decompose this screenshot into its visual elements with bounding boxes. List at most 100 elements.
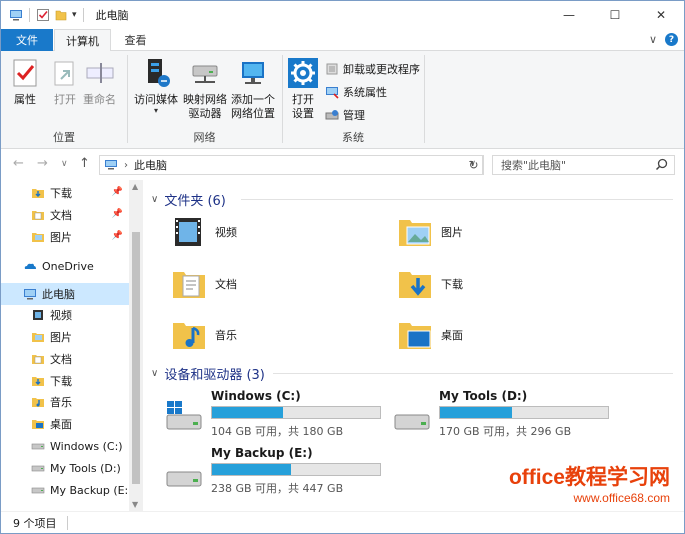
search-input[interactable]: 搜索"此电脑" bbox=[492, 155, 675, 175]
ribbon-group-network: 访问媒体 ▾ 映射网络 驱动器 添加一个 网络位置 网络 bbox=[128, 51, 281, 149]
up-arrow-icon[interactable]: ↑ bbox=[79, 156, 90, 171]
download-folder-icon bbox=[32, 189, 44, 198]
drive-usage-bar bbox=[211, 406, 381, 419]
breadcrumb-item[interactable]: 此电脑 bbox=[134, 157, 167, 173]
scroll-up-arrow-icon[interactable]: ▲ bbox=[132, 182, 138, 191]
add-network-location-button[interactable]: 添加一个 网络位置 bbox=[228, 57, 278, 121]
address-bar[interactable]: › 此电脑 ∨ bbox=[99, 155, 483, 175]
network-location-icon bbox=[242, 62, 264, 84]
breadcrumb-chevron-icon[interactable]: › bbox=[124, 160, 128, 171]
folders-section-header[interactable]: ∨ 文件夹 (6) bbox=[151, 190, 226, 209]
manage-button[interactable]: 管理 bbox=[325, 107, 365, 123]
system-properties-button[interactable]: 系统属性 bbox=[325, 84, 387, 100]
nav-item-this-pc[interactable]: 此电脑 bbox=[1, 283, 129, 305]
nav-item-documents[interactable]: 文档 bbox=[1, 348, 129, 370]
chevron-down-icon: ∨ bbox=[151, 368, 159, 379]
drives-section-header[interactable]: ∨ 设备和驱动器 (3) bbox=[151, 364, 265, 383]
ribbon-tabs: 文件 计算机 查看 ∨ ? bbox=[1, 29, 684, 52]
tab-view[interactable]: 查看 bbox=[113, 29, 158, 51]
ribbon-group-location: 属性 打开 重命名 位置 bbox=[1, 51, 127, 149]
uninstall-programs-button[interactable]: 卸载或更改程序 bbox=[325, 61, 420, 77]
maximize-button[interactable]: ☐ bbox=[592, 1, 638, 29]
properties-icon bbox=[13, 59, 37, 87]
folder-desktop[interactable]: 桌面 bbox=[397, 317, 463, 353]
ribbon-group-label: 位置 bbox=[53, 131, 75, 144]
pictures-folder-icon bbox=[399, 220, 431, 246]
add-network-location-label: 添加一个 网络位置 bbox=[231, 93, 275, 120]
manage-icon bbox=[325, 110, 339, 120]
music-folder-icon bbox=[173, 323, 205, 349]
rename-button[interactable]: 重命名 bbox=[83, 57, 116, 107]
nav-item-drive-e[interactable]: My Backup (E: bbox=[1, 479, 129, 501]
forward-arrow-icon[interactable]: → bbox=[37, 156, 48, 171]
nav-item-label: 桌面 bbox=[50, 418, 72, 431]
properties-check-icon[interactable] bbox=[36, 8, 50, 22]
window-title: 此电脑 bbox=[95, 9, 129, 22]
new-folder-icon[interactable] bbox=[54, 8, 68, 22]
collapse-ribbon-chevron-icon[interactable]: ∨ bbox=[649, 33, 657, 46]
drive-c[interactable]: Windows (C:) 104 GB 可用，共 180 GB bbox=[165, 389, 381, 439]
address-row: ← → ∨ ↑ › 此电脑 ∨ ↻ 搜索"此电脑" bbox=[1, 150, 684, 180]
pin-icon[interactable]: 📌 bbox=[112, 209, 123, 219]
recent-locations-chevron-icon[interactable]: ∨ bbox=[61, 159, 68, 169]
download-folder-icon bbox=[32, 377, 44, 386]
nav-item-drive-c[interactable]: Windows (C:) bbox=[1, 435, 129, 457]
videos-folder-icon bbox=[33, 310, 43, 320]
drive-d[interactable]: My Tools (D:) 170 GB 可用，共 296 GB bbox=[393, 389, 609, 439]
refresh-button[interactable]: ↻ bbox=[464, 155, 484, 175]
nav-item-downloads[interactable]: 下载 📌 bbox=[1, 182, 129, 204]
nav-item-label: 下载 bbox=[50, 375, 72, 388]
nav-item-desktop[interactable]: 桌面 bbox=[1, 413, 129, 435]
nav-scrollbar[interactable]: ▲ ▼ bbox=[129, 180, 143, 511]
nav-item-documents[interactable]: 文档 📌 bbox=[1, 204, 129, 226]
folder-videos[interactable]: 视频 bbox=[171, 214, 237, 250]
scrollbar-thumb[interactable] bbox=[132, 232, 140, 484]
explorer-window: ▾ 此电脑 — ☐ ✕ 文件 计算机 查看 ∨ ? 属性 打开 重命名 位置 访… bbox=[0, 0, 685, 534]
quick-access-toolbar: ▾ bbox=[1, 1, 86, 29]
tab-file[interactable]: 文件 bbox=[1, 29, 53, 51]
back-arrow-icon[interactable]: ← bbox=[13, 156, 24, 171]
scroll-down-arrow-icon[interactable]: ▼ bbox=[132, 500, 138, 509]
folder-downloads[interactable]: 下载 bbox=[397, 266, 463, 302]
open-button[interactable]: 打开 bbox=[49, 57, 81, 107]
nav-item-pictures[interactable]: 图片 📌 bbox=[1, 226, 129, 248]
pc-icon bbox=[105, 160, 117, 170]
folder-music[interactable]: 音乐 bbox=[171, 317, 237, 353]
nav-item-label: 此电脑 bbox=[42, 288, 75, 301]
nav-item-downloads[interactable]: 下载 bbox=[1, 370, 129, 392]
drive-usage-bar bbox=[211, 463, 381, 476]
pin-icon[interactable]: 📌 bbox=[112, 231, 123, 241]
pictures-folder-icon bbox=[32, 333, 44, 342]
customize-toolbar-chevron-icon[interactable]: ▾ bbox=[72, 10, 77, 20]
ribbon: 属性 打开 重命名 位置 访问媒体 ▾ 映射网络 驱动器 添加一个 网络位置 网… bbox=[1, 51, 684, 149]
search-placeholder: 搜索"此电脑" bbox=[501, 159, 567, 172]
tab-computer[interactable]: 计算机 bbox=[54, 29, 111, 52]
help-icon[interactable]: ? bbox=[665, 33, 678, 46]
folder-documents[interactable]: 文档 bbox=[171, 266, 237, 302]
access-media-button[interactable]: 访问媒体 ▾ bbox=[132, 57, 180, 115]
nav-item-drive-d[interactable]: My Tools (D:) bbox=[1, 457, 129, 479]
nav-item-music[interactable]: 音乐 bbox=[1, 391, 129, 413]
folder-label: 视频 bbox=[215, 226, 237, 239]
status-bar: 9 个项目 bbox=[1, 511, 684, 533]
minimize-button[interactable]: — bbox=[546, 1, 592, 29]
drive-e[interactable]: My Backup (E:) 238 GB 可用，共 447 GB bbox=[165, 446, 381, 496]
close-button[interactable]: ✕ bbox=[638, 1, 684, 29]
rename-icon bbox=[86, 63, 113, 83]
desktop-folder-icon bbox=[32, 420, 44, 429]
uninstall-programs-label: 卸载或更改程序 bbox=[343, 63, 420, 76]
watermark-url: www.office68.com bbox=[573, 491, 671, 505]
nav-item-onedrive[interactable]: OneDrive bbox=[1, 255, 129, 277]
properties-button[interactable]: 属性 bbox=[9, 57, 41, 107]
folder-pictures[interactable]: 图片 bbox=[397, 214, 463, 250]
nav-item-videos[interactable]: 视频 bbox=[1, 304, 129, 326]
open-settings-button[interactable]: 打开 设置 bbox=[287, 57, 319, 121]
open-icon bbox=[54, 61, 74, 86]
navigation-pane: 下载 📌 文档 📌 图片 📌 OneDrive 此电脑 视频 图片 文档 下载 … bbox=[1, 180, 143, 511]
rename-label: 重命名 bbox=[83, 93, 116, 106]
nav-item-pictures[interactable]: 图片 bbox=[1, 326, 129, 348]
pin-icon[interactable]: 📌 bbox=[112, 187, 123, 197]
watermark-logo: office教程学习网 bbox=[508, 466, 670, 489]
videos-folder-icon bbox=[175, 218, 201, 246]
map-network-drive-button[interactable]: 映射网络 驱动器 bbox=[180, 57, 230, 121]
